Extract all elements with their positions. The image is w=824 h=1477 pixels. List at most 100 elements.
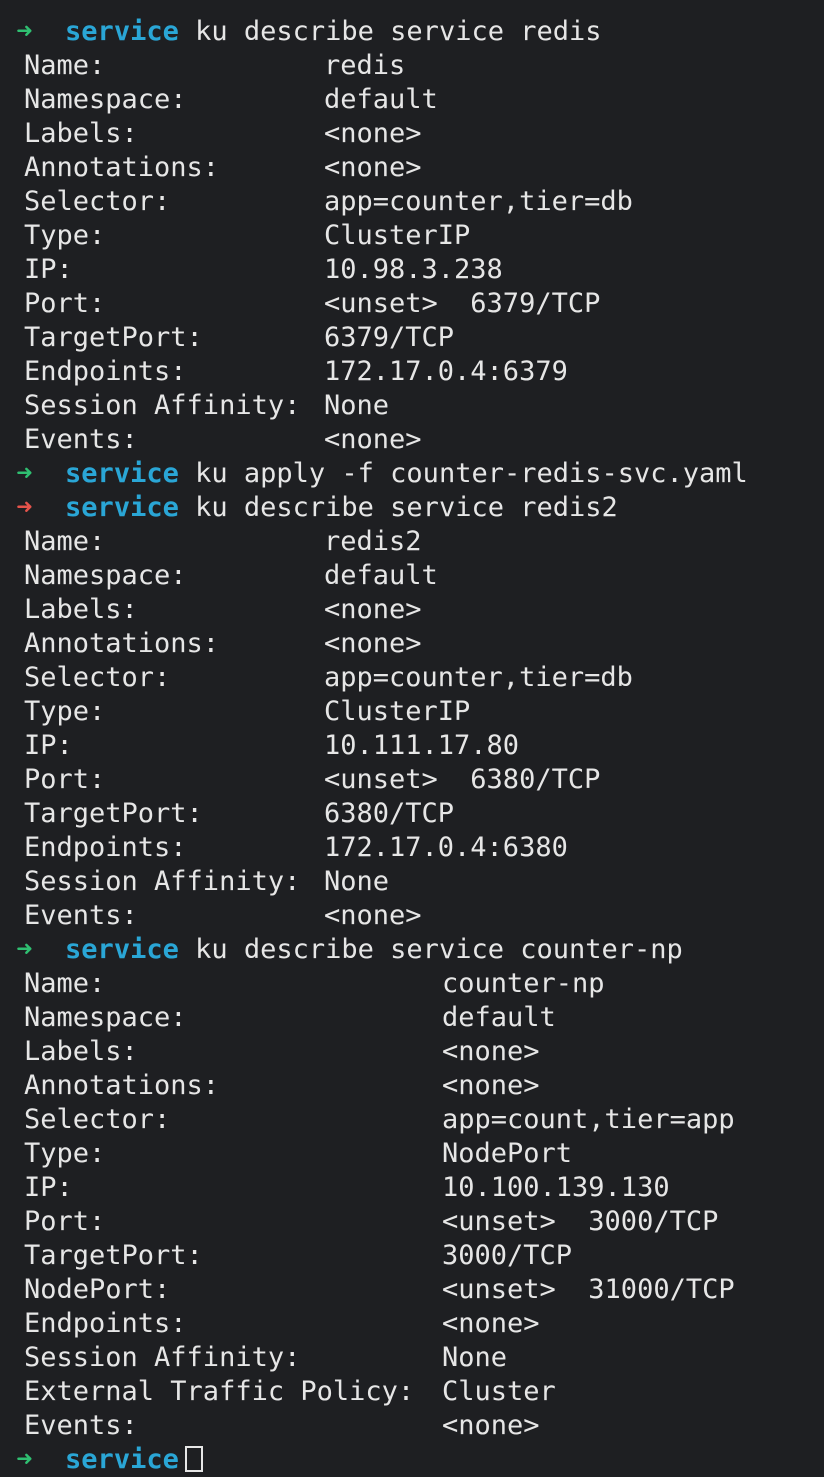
describe-field-row: Type: ClusterIP [0,695,824,729]
describe-field-row: Namespace: default [0,1001,824,1035]
field-value: <none> [442,1070,540,1101]
describe-field-row: Selector: app=counter,tier=db [0,185,824,219]
describe-field-row: TargetPort: 3000/TCP [0,1239,824,1273]
field-value: <none> [442,1036,540,1067]
describe-field-row: Labels: <none> [0,117,824,151]
field-value: <none> [324,152,422,183]
active-prompt-line[interactable]: ➜ service [0,1443,824,1477]
describe-field-row: Endpoints: <none> [0,1307,824,1341]
describe-field-row: Name: redis2 [0,525,824,559]
field-label: Port: [24,764,106,795]
describe-field-row: Annotations: <none> [0,627,824,661]
field-value: default [442,1002,556,1033]
field-value: 172.17.0.4:6380 [324,832,568,863]
field-value: ClusterIP [324,220,471,251]
field-value: redis [324,50,406,81]
field-value: 6380/TCP [324,798,455,829]
field-value: default [324,84,438,115]
field-value: <unset> 6379/TCP [324,288,601,319]
describe-field-row: Session Affinity: None [0,865,824,899]
field-label: Endpoints: [24,356,187,387]
command-text: ku describe service redis [195,16,602,47]
field-label: Namespace: [24,560,187,591]
field-label: Labels: [24,1036,138,1067]
command-text: ku describe service redis2 [195,492,618,523]
describe-field-row: Session Affinity: None [0,1341,824,1375]
describe-field-row: Port: <unset> 6379/TCP [0,287,824,321]
prompt-line: ➜ service ku describe service redis [0,15,824,49]
field-label: Events: [24,1410,138,1441]
field-label: Annotations: [24,1070,220,1101]
prompt-arrow-icon: ➜ [16,458,33,489]
field-label: Endpoints: [24,1308,187,1339]
field-label: Port: [24,1206,106,1237]
describe-field-row: Events: <none> [0,423,824,457]
field-label: Selector: [24,662,171,693]
field-label: Name: [24,526,106,557]
field-value: <none> [442,1410,540,1441]
field-value: app=count,tier=app [442,1104,735,1135]
field-label: Type: [24,1138,106,1169]
field-label: TargetPort: [24,798,203,829]
prompt-directory: service [65,492,179,523]
describe-field-row: TargetPort: 6380/TCP [0,797,824,831]
describe-field-row: Port: <unset> 6380/TCP [0,763,824,797]
text-cursor-icon[interactable] [184,1446,203,1472]
describe-field-row: Session Affinity: None [0,389,824,423]
field-label: Namespace: [24,84,187,115]
field-label: External Traffic Policy: [24,1376,415,1407]
describe-field-row: Name: counter-np [0,967,824,1001]
field-value: 10.111.17.80 [324,730,520,761]
prompt-arrow-icon: ➜ [16,16,33,47]
prompt-directory: service [65,16,179,47]
field-label: Annotations: [24,152,220,183]
field-label: IP: [24,254,73,285]
prompt-error-arrow-icon: ➜ [16,492,33,523]
field-value: app=counter,tier=db [324,662,633,693]
prompt-line: ➜ service ku apply -f counter-redis-svc.… [0,457,824,491]
field-value: ClusterIP [324,696,471,727]
field-value: <none> [324,594,422,625]
field-label: Namespace: [24,1002,187,1033]
field-value: 10.100.139.130 [442,1172,670,1203]
command-text: ku apply -f counter-redis-svc.yaml [195,458,748,489]
describe-field-row: Annotations: <none> [0,1069,824,1103]
describe-field-row: NodePort: <unset> 31000/TCP [0,1273,824,1307]
describe-field-row: Labels: <none> [0,1035,824,1069]
field-value: <none> [324,900,422,931]
describe-field-row: Namespace: default [0,559,824,593]
field-value: 6379/TCP [324,322,455,353]
field-value: NodePort [442,1138,573,1169]
field-value: None [442,1342,508,1373]
field-label: Selector: [24,1104,171,1135]
prompt-directory: service [65,934,179,965]
field-label: Type: [24,696,106,727]
field-value: redis2 [324,526,422,557]
field-label: Endpoints: [24,832,187,863]
field-value: <unset> 3000/TCP [442,1206,719,1237]
field-label: Annotations: [24,628,220,659]
describe-field-row: Events: <none> [0,899,824,933]
describe-field-row: Events: <none> [0,1409,824,1443]
field-label: Labels: [24,594,138,625]
describe-field-row: Annotations: <none> [0,151,824,185]
field-label: Session Affinity: [24,1342,301,1373]
describe-field-row: External Traffic Policy: Cluster [0,1375,824,1409]
field-label: Events: [24,900,138,931]
field-label: Events: [24,424,138,455]
prompt-arrow-icon: ➜ [16,934,33,965]
field-label: Session Affinity: [24,390,301,421]
field-value: 172.17.0.4:6379 [324,356,568,387]
field-label: Type: [24,220,106,251]
field-value: <none> [324,118,422,149]
prompt-arrow-icon: ➜ [16,1444,33,1475]
field-label: NodePort: [24,1274,171,1305]
field-value: Cluster [442,1376,556,1407]
prompt-directory: service [65,458,179,489]
field-value: counter-np [442,968,605,999]
command-text: ku describe service counter-np [195,934,683,965]
prompt-line: ➜ service ku describe service redis2 [0,491,824,525]
field-value: <none> [324,628,422,659]
terminal-output[interactable]: ➜ service ku describe service redis Name:… [0,0,824,1477]
field-label: TargetPort: [24,322,203,353]
